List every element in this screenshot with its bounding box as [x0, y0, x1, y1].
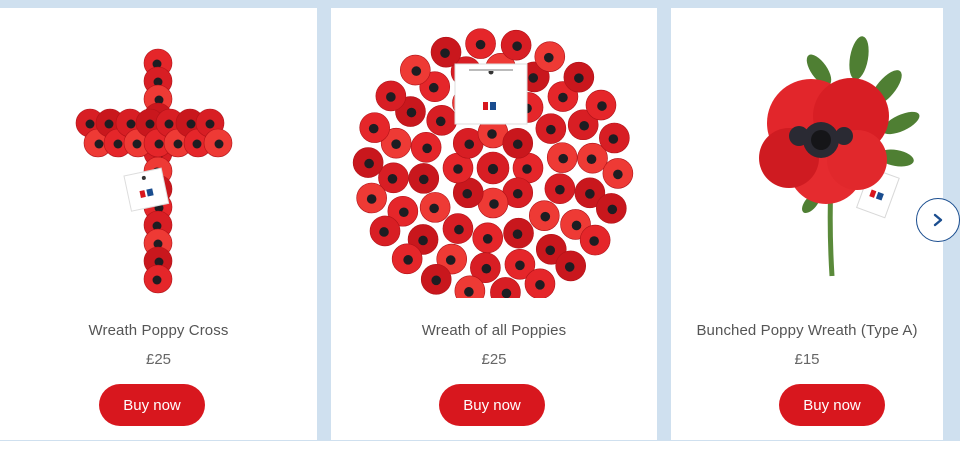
product-card: Wreath Poppy Cross £25 Buy now — [0, 8, 317, 440]
product-name: Wreath of all Poppies — [421, 322, 567, 339]
carousel-next-button[interactable] — [916, 198, 960, 242]
product-image[interactable] — [331, 28, 657, 308]
buy-now-button[interactable]: Buy now — [779, 384, 885, 426]
round-poppy-wreath-image — [352, 28, 634, 308]
buy-now-button[interactable]: Buy now — [99, 384, 205, 426]
product-price: £15 — [794, 351, 820, 368]
product-carousel: Wreath Poppy Cross £25 Buy now Wreath of… — [0, 0, 960, 450]
product-price: £25 — [145, 351, 172, 368]
poppy-cross-image — [75, 48, 233, 294]
chevron-right-icon — [933, 213, 943, 227]
product-image[interactable] — [671, 28, 943, 298]
product-card: Wreath of all Poppies £25 Buy now — [331, 8, 657, 440]
buy-now-button[interactable]: Buy now — [439, 384, 545, 426]
product-price: £25 — [481, 351, 507, 368]
bunched-poppy-image — [759, 36, 920, 277]
product-card: Bunched Poppy Wreath (Type A) £15 Buy no… — [671, 8, 943, 440]
product-image[interactable] — [0, 28, 317, 298]
product-name: Wreath Poppy Cross — [88, 322, 229, 339]
product-name: Bunched Poppy Wreath (Type A) — [696, 322, 918, 339]
carousel-bottom-strip — [0, 441, 960, 450]
